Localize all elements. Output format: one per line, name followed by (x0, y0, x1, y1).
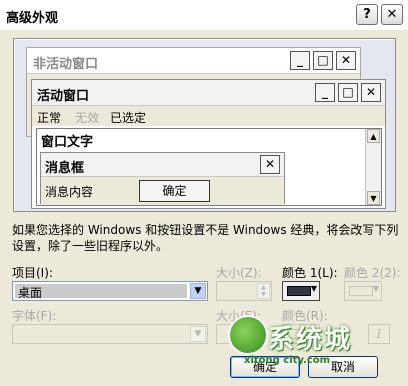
chevron-down-icon[interactable]: ▼ (190, 283, 206, 299)
dialog-title: 高级外观 (6, 11, 59, 26)
watermark: 系统城 xitong city.com (224, 315, 384, 375)
active-window-caption[interactable]: 活动窗口 _ □ ✕ (32, 80, 385, 106)
item-label: 项目(I): (12, 266, 53, 280)
inactive-maximize-icon[interactable]: □ (313, 51, 333, 70)
description-text: 如果您选择的 Windows 和按钮设置不是 Windows 经典，将会改写下列… (12, 223, 399, 253)
font-chevron-down-icon[interactable]: ▼ (190, 326, 206, 342)
menu-normal-item[interactable]: 正常 (37, 109, 61, 126)
scroll-down-icon[interactable]: ▼ (367, 191, 380, 205)
color2-label: 颜色 2(2): (344, 266, 401, 280)
spinner-arrows-icon[interactable]: ▲ ▼ (257, 283, 270, 299)
scroll-up-icon[interactable]: ▲ (367, 129, 380, 143)
color1-label: 颜色 1(L): (282, 266, 338, 280)
appearance-preview[interactable]: 非活动窗口 _ □ ✕ 活动窗口 _ □ ✕ 正常 无效 已选定 窗口文字 ▲ (13, 38, 396, 212)
advanced-appearance-dialog: 高级外观 ? ✕ 非活动窗口 _ □ ✕ 活动窗口 _ □ ✕ 正常 无效 已选… (0, 0, 408, 386)
inactive-close-icon[interactable]: ✕ (336, 51, 356, 70)
size-label: 大小(Z): (216, 266, 262, 280)
color2-dropdown-icon: ▼ (372, 284, 379, 293)
inactive-window-title: 非活动窗口 (33, 57, 99, 72)
menu-disabled-item[interactable]: 无效 (75, 109, 99, 126)
watermark-logo-icon (228, 315, 268, 355)
inactive-minimize-icon[interactable]: _ (290, 51, 310, 70)
color1-picker[interactable]: ▼ (282, 281, 320, 301)
help-button[interactable]: ? (356, 4, 378, 25)
watermark-url: xitong city.com (244, 355, 331, 366)
item-select[interactable]: 桌面 ▼ (12, 281, 208, 301)
window-text: 窗口文字 (41, 135, 94, 150)
message-text: 消息内容 (45, 185, 94, 199)
watermark-brand: 系统城 (268, 325, 353, 355)
active-window-title: 活动窗口 (37, 89, 90, 104)
color2-picker[interactable]: ▼ (344, 281, 382, 301)
active-close-icon[interactable]: ✕ (361, 83, 381, 102)
message-box-preview[interactable]: 消息框 ✕ 消息内容 确定 (40, 152, 285, 205)
color2-swatch (349, 286, 373, 296)
color1-dropdown-icon: ▼ (310, 284, 317, 293)
color1-swatch (287, 286, 311, 296)
font-select[interactable]: ▼ (12, 324, 208, 344)
item-select-value: 桌面 (18, 286, 43, 300)
active-minimize-icon[interactable]: _ (315, 83, 335, 102)
vertical-scrollbar[interactable]: ▲ ▼ (365, 129, 381, 205)
message-box-body: 消息内容 确定 (41, 177, 284, 205)
inactive-window-caption[interactable]: 非活动窗口 _ □ ✕ (27, 48, 360, 74)
active-maximize-icon[interactable]: □ (338, 83, 358, 102)
message-box-title: 消息框 (45, 161, 85, 176)
message-box-close-icon[interactable]: ✕ (260, 155, 280, 174)
title-bar: 高级外观 ? ✕ (0, 0, 408, 30)
message-box-caption[interactable]: 消息框 ✕ (41, 153, 284, 177)
menu-selected-item[interactable]: 已选定 (110, 109, 146, 126)
menu-bar-preview[interactable]: 正常 无效 已选定 (32, 106, 385, 126)
close-button[interactable]: ✕ (381, 4, 403, 25)
size-spinner[interactable]: ▲ ▼ (216, 281, 272, 301)
font-label: 字体(F): (12, 309, 57, 323)
message-ok-button[interactable]: 确定 (139, 180, 210, 202)
